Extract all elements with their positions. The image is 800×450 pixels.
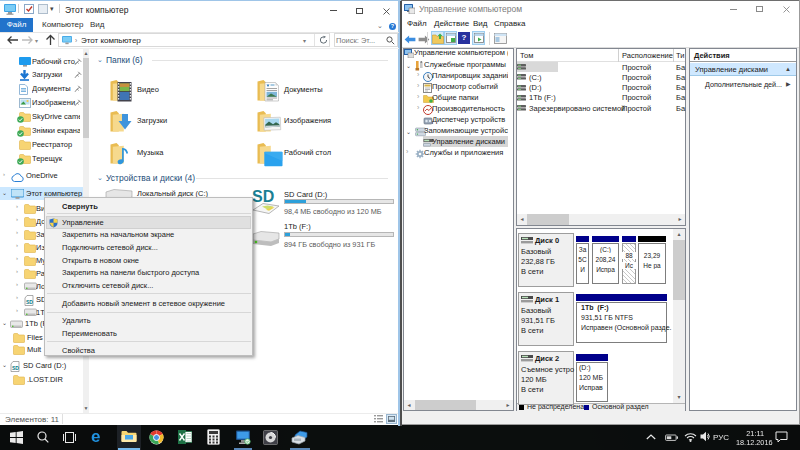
svg-text:SD: SD [252, 188, 274, 205]
